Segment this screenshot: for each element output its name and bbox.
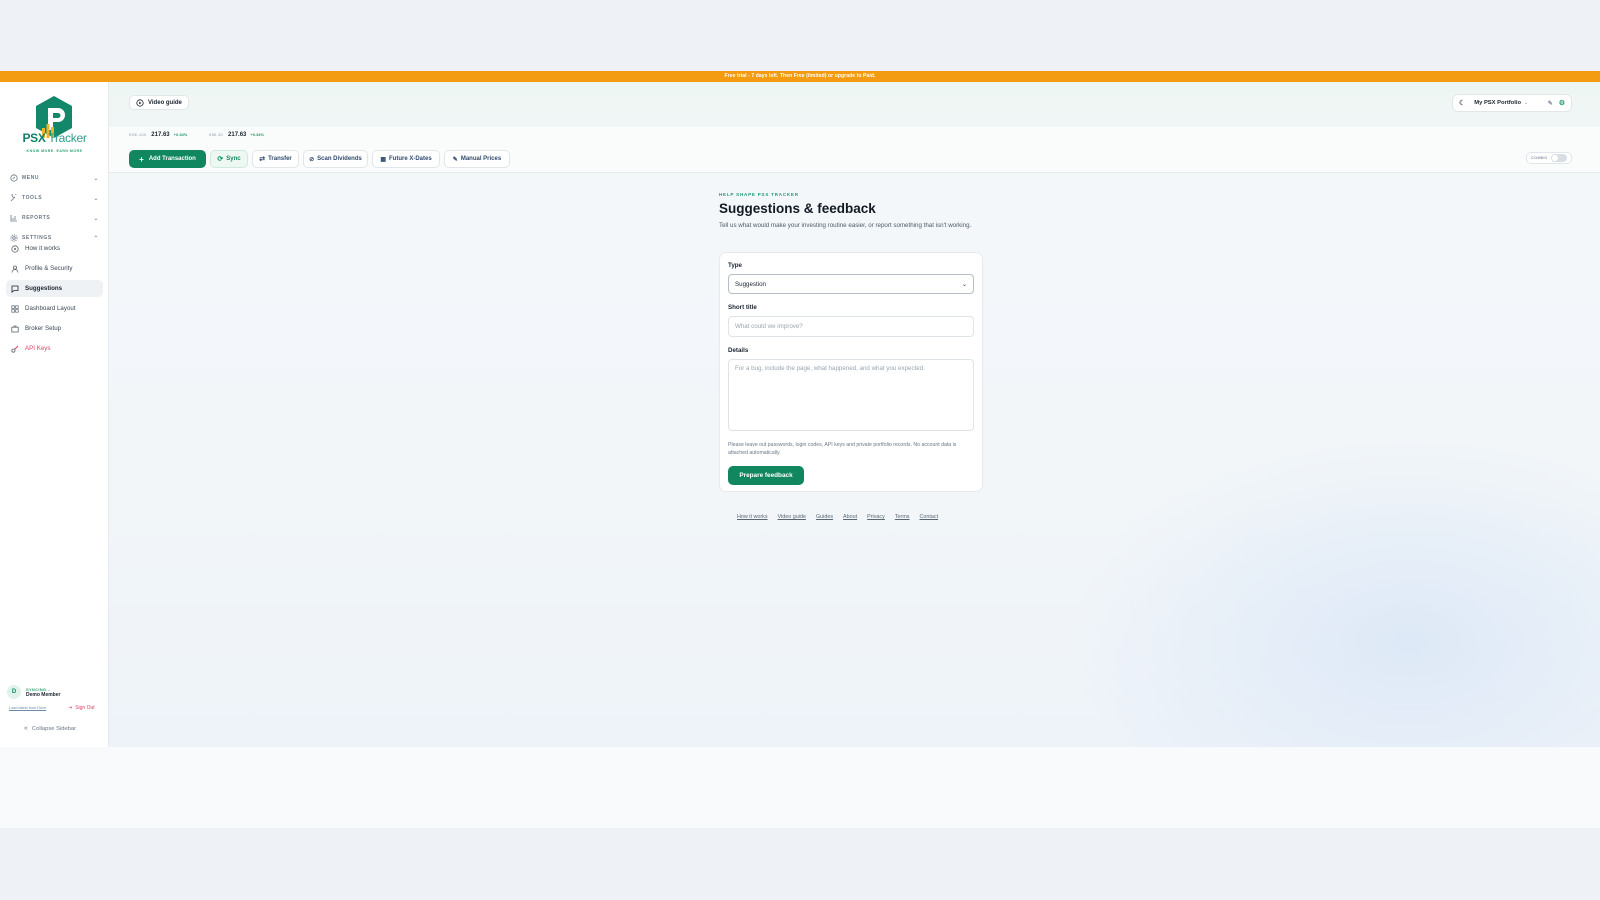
logout-icon: ⇥ [68, 705, 73, 711]
grid-icon [9, 174, 18, 183]
footer-link-terms[interactable]: Terms [895, 514, 910, 520]
wrench-icon [9, 194, 18, 203]
load-from-drive-link[interactable]: Load latest from Drive [9, 706, 46, 710]
footer-link-privacy[interactable]: Privacy [867, 514, 885, 520]
pencil-icon[interactable]: ✎ [1548, 100, 1553, 107]
chevron-down-icon: ⌄ [93, 175, 99, 182]
top-margin [0, 0, 1600, 71]
chevron-down-icon: ⌄ [93, 195, 99, 202]
moon-icon[interactable]: ☾ [1459, 99, 1465, 107]
feedback-form-card: Type Suggestion ⌄ Short title Details Pl… [719, 252, 983, 492]
details-label: Details [728, 347, 749, 354]
sidebar-item-suggestions[interactable]: Suggestions [6, 280, 103, 297]
chevron-down-icon: ⌄ [93, 215, 99, 222]
transfer-icon: ⇄ [259, 156, 266, 163]
portfolio-selector[interactable]: ☾ My PSX Portfolio ⌄ ✎ ⚙ [1452, 94, 1572, 112]
message-icon [10, 284, 19, 293]
double-chevron-left-icon: « [24, 725, 28, 732]
user-name: Demo Member [26, 691, 61, 698]
user-profile[interactable]: D SYNCING... Demo Member [7, 683, 103, 701]
avatar: D [7, 685, 21, 699]
video-guide-button[interactable]: Video guide [129, 95, 189, 110]
pencil-icon: ✎ [452, 156, 458, 163]
settings-icon[interactable]: ⚙ [1559, 99, 1565, 107]
sidebar-item-broker-setup[interactable]: Broker Setup [6, 320, 103, 337]
footer-link-about[interactable]: About [843, 514, 857, 520]
nav-group-tools[interactable]: TOOLS ⌄ [9, 192, 99, 204]
page-intro: Tell us what would make your investing r… [719, 222, 972, 229]
briefcase-icon [10, 324, 19, 333]
nav-group-menu[interactable]: MENU ⌄ [9, 172, 99, 184]
footer-link-guides[interactable]: Guides [816, 514, 833, 520]
key-icon [10, 344, 19, 353]
calendar-icon: ▦ [380, 156, 386, 163]
app-window: PSX Tracker KNOW MORE. EARN MORE MENU ⌄ … [0, 82, 1600, 747]
short-title-input[interactable] [728, 316, 974, 337]
toggle-switch[interactable] [1551, 154, 1567, 162]
type-label: Type [728, 262, 742, 269]
footer-link-contact[interactable]: Contact [920, 514, 939, 520]
collapse-sidebar-button[interactable]: « Collapse Sidebar [24, 725, 76, 732]
help-icon [10, 244, 19, 253]
plus-icon: + [139, 154, 144, 164]
chevron-down-icon: ⌄ [961, 281, 967, 288]
footer-link-how-it-works[interactable]: How it works [737, 514, 768, 520]
sync-button[interactable]: ⟳ Sync [210, 150, 248, 168]
sidebar-item-dashboard-layout[interactable]: Dashboard Layout [6, 300, 103, 317]
footer-links: How it works Video guide Guides About Pr… [737, 514, 938, 520]
bar-chart-icon [9, 214, 18, 223]
trial-banner: Free trial - 7 days left. Then Free (lim… [0, 71, 1600, 82]
ticker-kse100: KSE-100 217.63 +0.34% [129, 132, 188, 138]
transfer-button[interactable]: ⇄ Transfer [252, 150, 299, 168]
footer-link-video-guide[interactable]: Video guide [778, 514, 806, 520]
ticker-kmi30: KMI-30 217.63 +0.34% [209, 132, 265, 138]
play-circle-icon [136, 98, 144, 107]
scan-dividends-button[interactable]: ⊘ Scan Dividends [303, 150, 368, 168]
user-icon [10, 264, 19, 273]
sidebar: PSX Tracker KNOW MORE. EARN MORE MENU ⌄ … [0, 82, 109, 747]
page-eyebrow: HELP SHAPE PSX TRACKER [719, 192, 799, 197]
chevron-down-icon: ⌄ [1523, 100, 1529, 106]
refresh-icon: ⟳ [217, 156, 224, 163]
details-textarea[interactable] [728, 359, 974, 431]
sign-out-button[interactable]: ⇥ Sign Out [68, 705, 95, 711]
nav-group-reports[interactable]: REPORTS ⌄ [9, 212, 99, 224]
main-content: Video guide ☾ My PSX Portfolio ⌄ ✎ ⚙ KSE… [109, 82, 1600, 747]
brand-tagline: KNOW MORE. EARN MORE [26, 149, 83, 153]
brand-name: PSX Tracker [22, 131, 87, 145]
privacy-note: Please leave out passwords, login codes,… [728, 442, 957, 456]
manual-prices-button[interactable]: ✎ Manual Prices [444, 150, 510, 168]
future-x-dates-button[interactable]: ▦ Future X-Dates [372, 150, 440, 168]
bottom-margin [0, 828, 1600, 900]
add-transaction-button[interactable]: + Add Transaction [129, 150, 206, 168]
combo-toggle[interactable]: COMBO [1526, 152, 1572, 164]
page-bottom-area [0, 747, 1600, 828]
scan-icon: ⊘ [309, 156, 315, 163]
sidebar-item-how-it-works[interactable]: How it works [6, 240, 103, 257]
sidebar-item-profile-security[interactable]: Profile & Security [6, 260, 103, 277]
short-title-label: Short title [728, 304, 757, 311]
layout-icon [10, 304, 19, 313]
prepare-feedback-button[interactable]: Prepare feedback [728, 466, 804, 485]
type-select[interactable]: Suggestion ⌄ [728, 274, 974, 294]
page-title: Suggestions & feedback [719, 201, 876, 216]
sidebar-item-api-keys[interactable]: API Keys [6, 340, 103, 357]
